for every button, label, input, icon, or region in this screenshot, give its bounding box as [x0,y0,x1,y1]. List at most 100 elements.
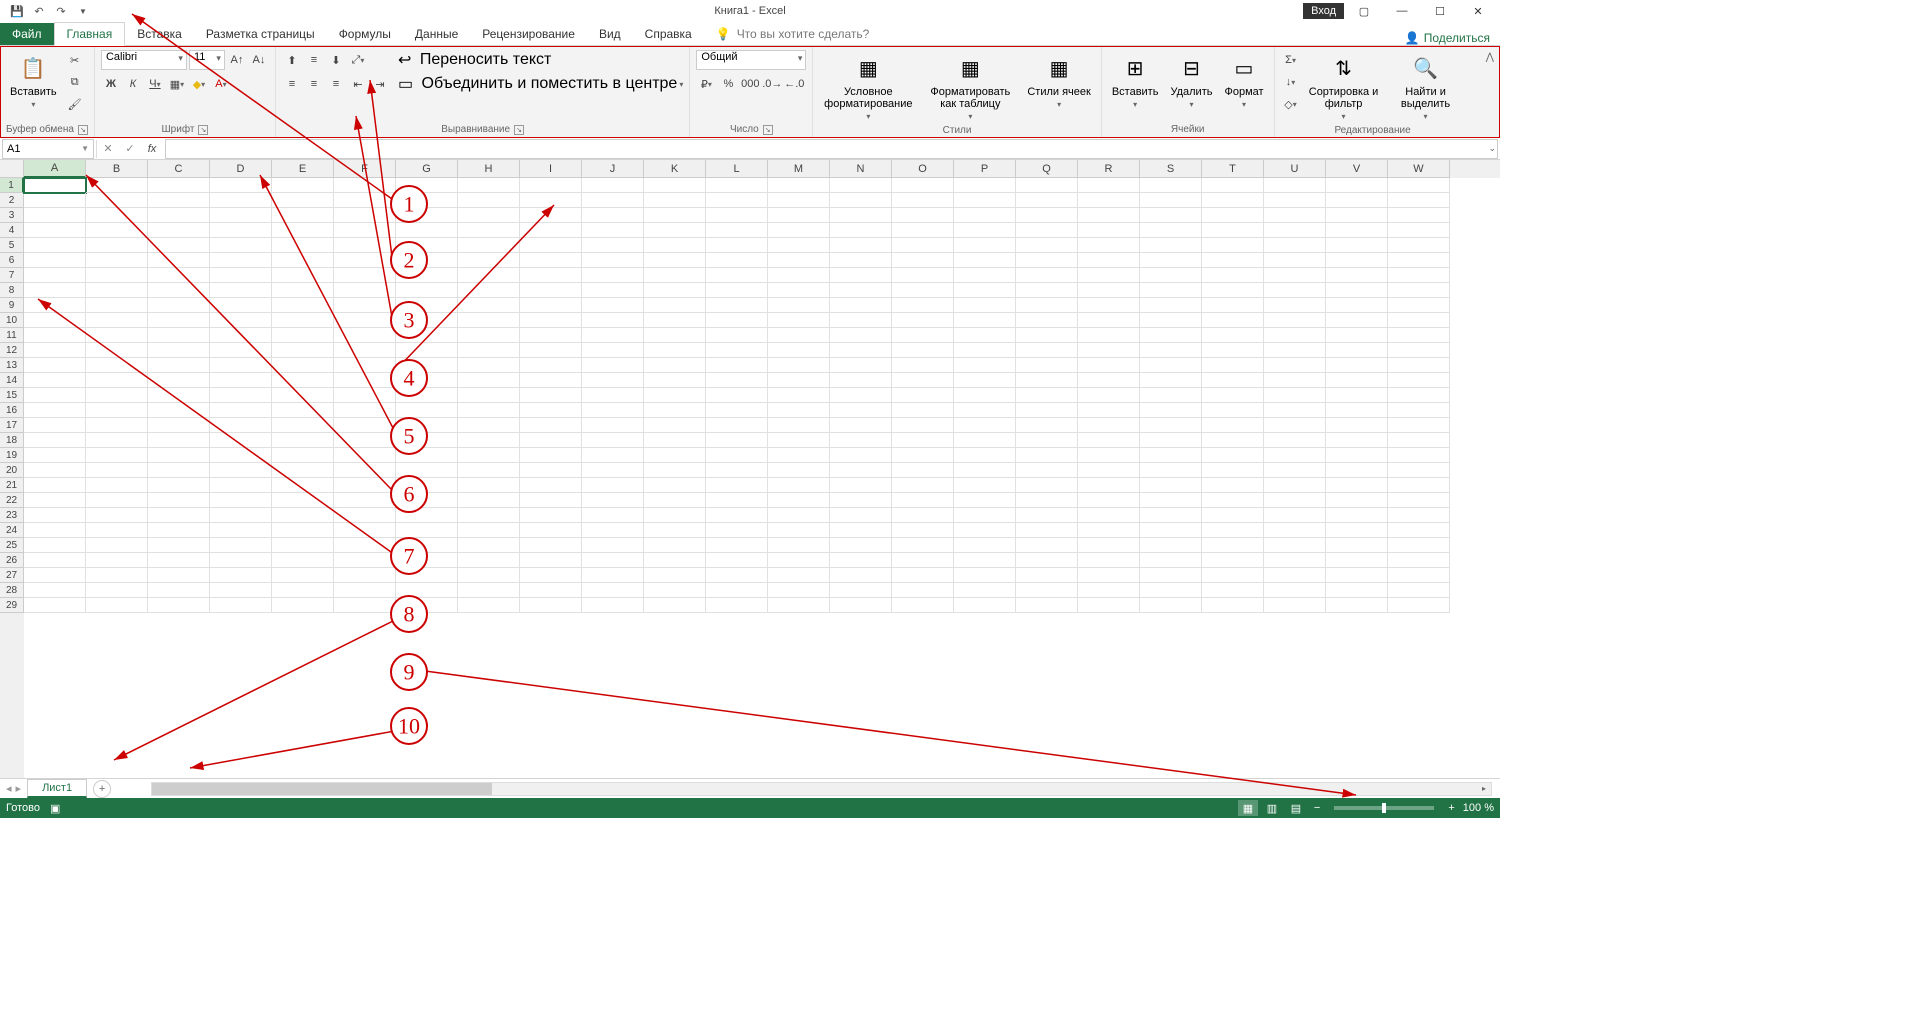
cell-O27[interactable] [892,568,954,583]
cell-A27[interactable] [24,568,86,583]
cell-T27[interactable] [1202,568,1264,583]
cell-T28[interactable] [1202,583,1264,598]
cell-V25[interactable] [1326,538,1388,553]
cell-W8[interactable] [1388,283,1450,298]
cell-L16[interactable] [706,403,768,418]
cell-N18[interactable] [830,433,892,448]
cell-M21[interactable] [768,478,830,493]
number-dialog-launcher[interactable]: ↘ [763,125,773,135]
cell-S16[interactable] [1140,403,1202,418]
cell-O16[interactable] [892,403,954,418]
cell-C21[interactable] [148,478,210,493]
cell-N23[interactable] [830,508,892,523]
cell-R19[interactable] [1078,448,1140,463]
sort-filter-button[interactable]: ⇅Сортировка и фильтр [1305,50,1383,123]
font-name-select[interactable]: Calibri [101,50,187,70]
cell-E16[interactable] [272,403,334,418]
cell-W21[interactable] [1388,478,1450,493]
cell-R26[interactable] [1078,553,1140,568]
cell-A24[interactable] [24,523,86,538]
cell-W23[interactable] [1388,508,1450,523]
cell-B3[interactable] [86,208,148,223]
cell-B6[interactable] [86,253,148,268]
cell-U18[interactable] [1264,433,1326,448]
cell-H10[interactable] [458,313,520,328]
tab-file[interactable]: Файл [0,23,54,45]
cell-H22[interactable] [458,493,520,508]
cell-D29[interactable] [210,598,272,613]
cell-E15[interactable] [272,388,334,403]
cell-L6[interactable] [706,253,768,268]
cell-W11[interactable] [1388,328,1450,343]
cell-P26[interactable] [954,553,1016,568]
tab-review[interactable]: Рецензирование [470,23,587,45]
cell-J5[interactable] [582,238,644,253]
row-header-27[interactable]: 27 [0,568,24,583]
cell-W14[interactable] [1388,373,1450,388]
cell-S13[interactable] [1140,358,1202,373]
cell-E10[interactable] [272,313,334,328]
cell-V19[interactable] [1326,448,1388,463]
cell-D23[interactable] [210,508,272,523]
cell-Q28[interactable] [1016,583,1078,598]
cell-R22[interactable] [1078,493,1140,508]
cell-S1[interactable] [1140,178,1202,193]
find-select-button[interactable]: 🔍Найти и выделить [1387,50,1465,123]
cell-I16[interactable] [520,403,582,418]
zoom-level[interactable]: 100 % [1463,802,1494,814]
cell-A3[interactable] [24,208,86,223]
cell-M11[interactable] [768,328,830,343]
cell-V27[interactable] [1326,568,1388,583]
cell-H14[interactable] [458,373,520,388]
cell-D6[interactable] [210,253,272,268]
cell-R14[interactable] [1078,373,1140,388]
column-header-T[interactable]: T [1202,160,1264,178]
cell-N7[interactable] [830,268,892,283]
cell-K22[interactable] [644,493,706,508]
cell-A17[interactable] [24,418,86,433]
cell-K29[interactable] [644,598,706,613]
cell-N6[interactable] [830,253,892,268]
cell-U14[interactable] [1264,373,1326,388]
cell-R25[interactable] [1078,538,1140,553]
cell-T22[interactable] [1202,493,1264,508]
cell-K13[interactable] [644,358,706,373]
cell-P29[interactable] [954,598,1016,613]
cell-T25[interactable] [1202,538,1264,553]
align-top-icon[interactable]: ⬆ [282,50,302,70]
cell-M16[interactable] [768,403,830,418]
cell-R6[interactable] [1078,253,1140,268]
cell-R1[interactable] [1078,178,1140,193]
cell-G28[interactable] [396,583,458,598]
cell-A23[interactable] [24,508,86,523]
zoom-slider[interactable] [1334,806,1434,810]
cell-B21[interactable] [86,478,148,493]
cell-R20[interactable] [1078,463,1140,478]
cell-D28[interactable] [210,583,272,598]
cell-U23[interactable] [1264,508,1326,523]
cell-P6[interactable] [954,253,1016,268]
cell-P28[interactable] [954,583,1016,598]
cell-L4[interactable] [706,223,768,238]
cell-R9[interactable] [1078,298,1140,313]
column-header-F[interactable]: F [334,160,396,178]
cell-E20[interactable] [272,463,334,478]
cell-A28[interactable] [24,583,86,598]
cell-F24[interactable] [334,523,396,538]
cell-M18[interactable] [768,433,830,448]
cell-J27[interactable] [582,568,644,583]
enter-formula-icon[interactable]: ✓ [119,139,141,159]
cell-F13[interactable] [334,358,396,373]
cell-L9[interactable] [706,298,768,313]
cell-G17[interactable] [396,418,458,433]
conditional-formatting-button[interactable]: ▦Условное форматирование [819,50,917,123]
cell-J28[interactable] [582,583,644,598]
cell-A5[interactable] [24,238,86,253]
cell-R11[interactable] [1078,328,1140,343]
cell-J3[interactable] [582,208,644,223]
cell-T14[interactable] [1202,373,1264,388]
cell-W25[interactable] [1388,538,1450,553]
cell-L26[interactable] [706,553,768,568]
cell-A19[interactable] [24,448,86,463]
cell-L13[interactable] [706,358,768,373]
